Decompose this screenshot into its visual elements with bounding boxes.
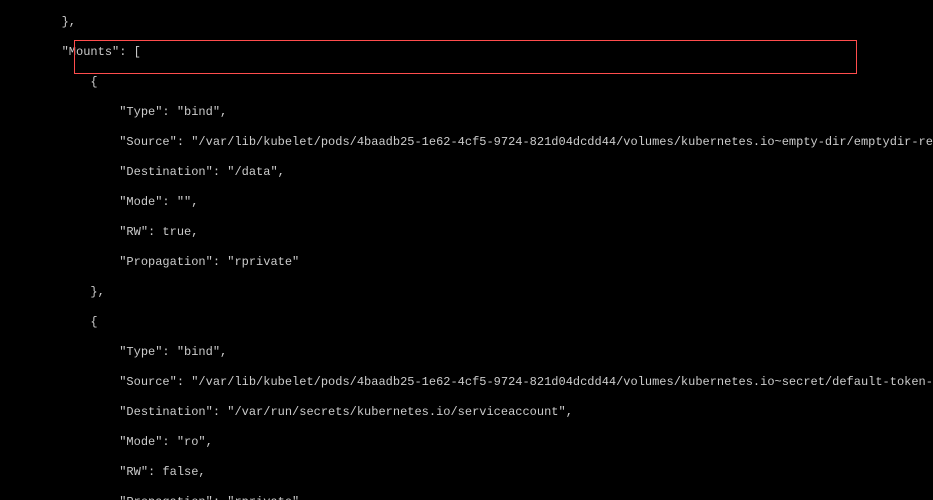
code-line: }, <box>4 15 929 30</box>
code-line: "Destination": "/data", <box>4 165 929 180</box>
code-line: "Propagation": "rprivate" <box>4 255 929 270</box>
code-line: "Mounts": [ <box>4 45 929 60</box>
code-line: "Destination": "/var/run/secrets/kuberne… <box>4 405 929 420</box>
code-line: "Mode": "", <box>4 195 929 210</box>
code-line: "Type": "bind", <box>4 105 929 120</box>
terminal-output: }, "Mounts": [ { "Type": "bind", "Source… <box>0 0 933 500</box>
code-line: { <box>4 75 929 90</box>
code-line: "Source": "/var/lib/kubelet/pods/4baadb2… <box>4 375 929 390</box>
code-line: "RW": true, <box>4 225 929 240</box>
code-line: "Propagation": "rprivate" <box>4 495 929 500</box>
code-line: { <box>4 315 929 330</box>
code-line: "Source": "/var/lib/kubelet/pods/4baadb2… <box>4 135 929 150</box>
code-line: "Mode": "ro", <box>4 435 929 450</box>
code-line: }, <box>4 285 929 300</box>
code-line: "Type": "bind", <box>4 345 929 360</box>
code-line: "RW": false, <box>4 465 929 480</box>
